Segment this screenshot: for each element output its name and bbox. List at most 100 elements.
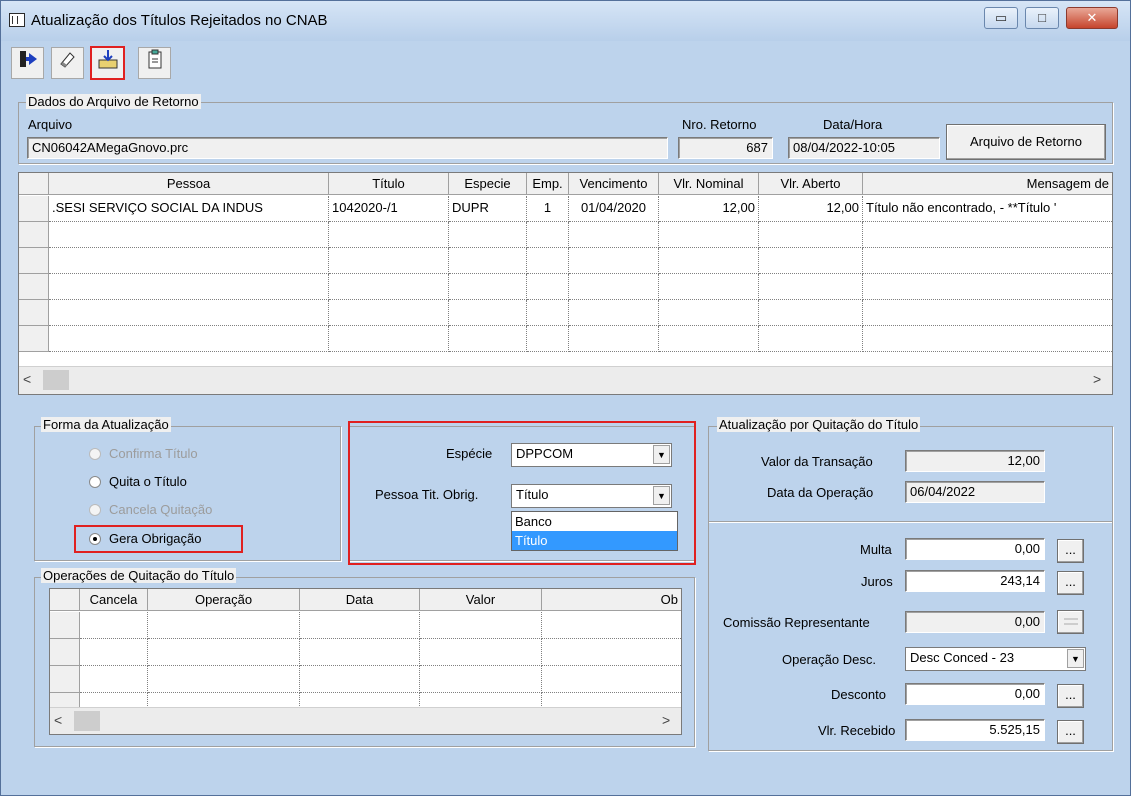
table-cell[interactable] <box>80 666 148 693</box>
scroll-right-icon[interactable]: > <box>1093 371 1101 387</box>
table-cell[interactable] <box>542 639 681 666</box>
multa-field[interactable]: 0,00 <box>905 538 1045 560</box>
table-cell[interactable] <box>527 326 569 352</box>
table-cell[interactable] <box>420 612 542 639</box>
row-indicator[interactable] <box>19 248 49 274</box>
table-cell[interactable] <box>759 300 863 326</box>
row-indicator[interactable] <box>19 222 49 248</box>
table-cell[interactable] <box>759 248 863 274</box>
minimize-button[interactable]: ▭ <box>984 7 1018 29</box>
table-cell[interactable] <box>527 248 569 274</box>
row-indicator[interactable] <box>50 612 80 639</box>
table-cell[interactable]: 1 <box>527 196 569 222</box>
table-cell[interactable] <box>329 300 449 326</box>
desconto-ellipsis-button[interactable]: ... <box>1057 684 1084 708</box>
table-cell[interactable] <box>542 666 681 693</box>
table-cell[interactable] <box>329 326 449 352</box>
table-cell[interactable]: Título não encontrado, - **Título ' <box>863 196 1112 222</box>
col-header-vencimento[interactable]: Vencimento <box>569 173 659 195</box>
table-cell[interactable] <box>659 274 759 300</box>
table-cell[interactable] <box>863 326 1112 352</box>
especie-select[interactable]: DPPCOM ▼ <box>511 443 672 467</box>
table-cell[interactable] <box>759 222 863 248</box>
radio-gera-label[interactable]: Gera Obrigação <box>109 531 202 546</box>
table-cell[interactable] <box>148 666 300 693</box>
col-header-cancela[interactable]: Cancela <box>80 589 148 611</box>
vlr-recebido-ellipsis-button[interactable]: ... <box>1057 720 1084 744</box>
table-cell[interactable] <box>420 639 542 666</box>
radio-quita-label[interactable]: Quita o Título <box>109 474 187 489</box>
juros-field[interactable]: 243,14 <box>905 570 1045 592</box>
pessoa-tit-select[interactable]: Título ▼ <box>511 484 672 508</box>
table-cell[interactable] <box>449 274 527 300</box>
data-hora-field[interactable]: 08/04/2022-10:05 <box>788 137 940 159</box>
dropdown-option-banco[interactable]: Banco <box>512 512 677 531</box>
table-cell[interactable] <box>49 248 329 274</box>
multa-ellipsis-button[interactable]: ... <box>1057 539 1084 563</box>
table-cell[interactable] <box>527 222 569 248</box>
scroll-left-icon[interactable]: < <box>54 712 62 728</box>
radio-gera-obrigacao[interactable] <box>89 533 101 545</box>
table-cell[interactable] <box>329 248 449 274</box>
nro-retorno-field[interactable]: 687 <box>678 137 773 159</box>
col-header-especie[interactable]: Especie <box>449 173 527 195</box>
table-cell[interactable]: .SESI SERVIÇO SOCIAL DA INDUS <box>49 196 329 222</box>
clipboard-button[interactable] <box>138 47 171 79</box>
table-cell[interactable] <box>863 300 1112 326</box>
row-indicator[interactable] <box>50 639 80 666</box>
table-cell[interactable] <box>542 612 681 639</box>
arquivo-retorno-button[interactable]: Arquivo de Retorno <box>946 124 1106 160</box>
table-cell[interactable] <box>759 274 863 300</box>
table-cell[interactable] <box>659 248 759 274</box>
table-cell[interactable] <box>759 326 863 352</box>
table-cell[interactable] <box>449 300 527 326</box>
row-indicator[interactable] <box>19 326 49 352</box>
row-indicator[interactable] <box>19 274 49 300</box>
table-cell[interactable]: 1042020-/1 <box>329 196 449 222</box>
arquivo-field[interactable]: CN06042AMegaGnovo.prc <box>27 137 668 159</box>
table-cell[interactable] <box>449 248 527 274</box>
chevron-down-icon[interactable]: ▼ <box>653 445 670 464</box>
table-cell[interactable] <box>80 639 148 666</box>
col-header-vlr-aberto[interactable]: Vlr. Aberto <box>759 173 863 195</box>
row-indicator[interactable] <box>19 196 49 222</box>
table-cell[interactable] <box>569 274 659 300</box>
col-header-ob[interactable]: Ob <box>542 589 681 611</box>
table-cell[interactable] <box>863 274 1112 300</box>
table-cell[interactable] <box>527 274 569 300</box>
table-cell[interactable] <box>148 639 300 666</box>
exit-button[interactable] <box>11 47 44 79</box>
table-cell[interactable] <box>863 222 1112 248</box>
operacao-desc-select[interactable]: Desc Conced - 23 ▼ <box>905 647 1086 671</box>
table-cell[interactable] <box>449 222 527 248</box>
scroll-right-icon[interactable]: > <box>662 712 670 728</box>
juros-ellipsis-button[interactable]: ... <box>1057 571 1084 595</box>
close-button[interactable]: ✕ <box>1066 7 1118 29</box>
scroll-thumb[interactable] <box>74 711 100 731</box>
col-header-valor[interactable]: Valor <box>420 589 542 611</box>
table-cell[interactable] <box>659 222 759 248</box>
table-cell[interactable]: 12,00 <box>659 196 759 222</box>
table-cell[interactable] <box>300 612 420 639</box>
eraser-button[interactable] <box>51 47 84 79</box>
table-cell[interactable] <box>329 274 449 300</box>
table-cell[interactable] <box>569 248 659 274</box>
chevron-down-icon[interactable]: ▼ <box>1067 649 1084 668</box>
import-button[interactable] <box>90 46 125 80</box>
table-cell[interactable] <box>49 222 329 248</box>
row-indicator[interactable] <box>19 300 49 326</box>
data-operacao-field[interactable]: 06/04/2022 <box>905 481 1045 503</box>
table-cell[interactable]: DUPR <box>449 196 527 222</box>
valor-transacao-field[interactable]: 12,00 <box>905 450 1045 472</box>
table-cell[interactable] <box>300 666 420 693</box>
table-cell[interactable] <box>527 300 569 326</box>
dropdown-option-titulo[interactable]: Título <box>512 531 677 550</box>
table-cell[interactable] <box>49 326 329 352</box>
vlr-recebido-field[interactable]: 5.525,15 <box>905 719 1045 741</box>
col-header-vlr-nominal[interactable]: Vlr. Nominal <box>659 173 759 195</box>
table-cell[interactable] <box>420 666 542 693</box>
table-cell[interactable] <box>449 326 527 352</box>
col-header-emp[interactable]: Emp. <box>527 173 569 195</box>
radio-quita-titulo[interactable] <box>89 476 101 488</box>
table-cell[interactable] <box>329 222 449 248</box>
